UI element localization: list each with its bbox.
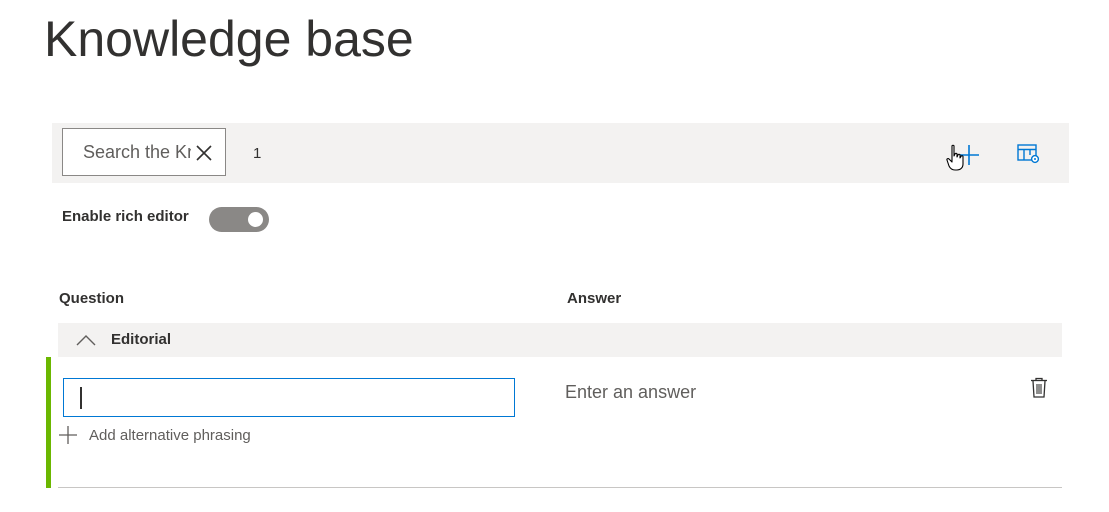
view-options-icon[interactable] — [1017, 143, 1041, 165]
question-column-header: Question — [59, 290, 125, 307]
rich-editor-toggle[interactable] — [209, 207, 269, 232]
add-phrasing-label: Add alternative phrasing — [89, 427, 251, 444]
selected-row-indicator — [46, 357, 51, 488]
group-header-editorial[interactable]: Editorial — [58, 323, 1062, 357]
add-icon[interactable] — [957, 143, 981, 167]
question-input[interactable] — [64, 379, 514, 416]
search-box[interactable] — [62, 128, 226, 176]
plus-icon — [59, 426, 77, 444]
toggle-knob — [248, 212, 263, 227]
page-title: Knowledge base — [44, 11, 414, 67]
rich-editor-label: Enable rich editor — [62, 208, 189, 225]
row-divider — [58, 487, 1062, 488]
group-label: Editorial — [111, 331, 172, 348]
answer-column-header: Answer — [567, 290, 622, 307]
answer-field[interactable]: Enter an answer — [565, 382, 696, 403]
result-count: 1 — [253, 145, 262, 162]
question-field[interactable] — [63, 378, 515, 417]
search-input[interactable] — [63, 129, 191, 175]
chevron-up-icon[interactable] — [76, 333, 96, 347]
close-icon[interactable] — [195, 144, 213, 162]
trash-icon[interactable] — [1030, 377, 1048, 398]
text-caret — [80, 387, 82, 409]
toolbar: 1 — [52, 123, 1069, 183]
